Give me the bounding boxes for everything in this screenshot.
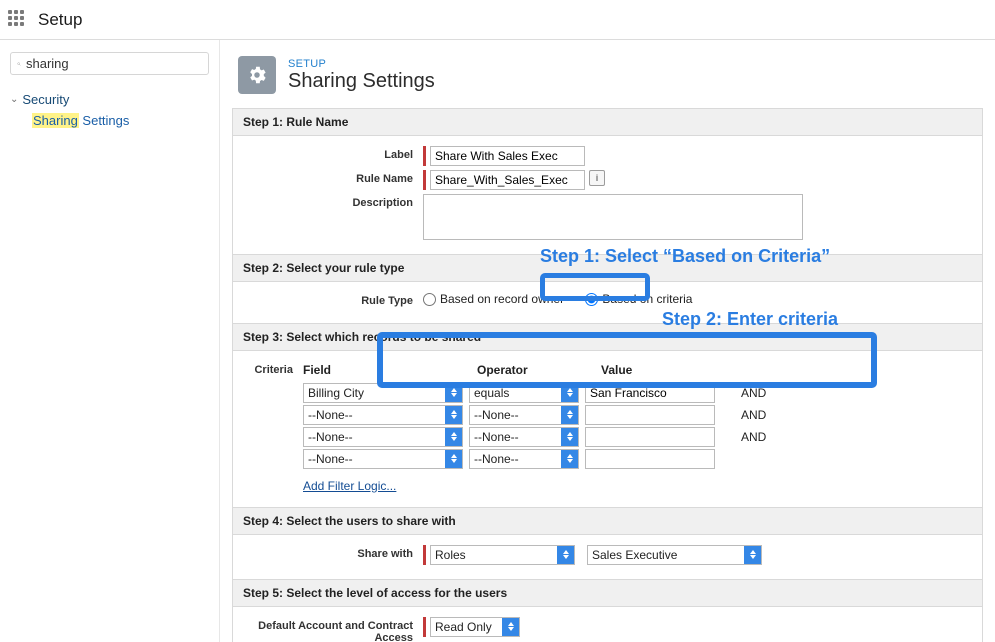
criteria-field-value: Billing City <box>308 386 364 400</box>
page-header: SETUP Sharing Settings <box>220 40 995 108</box>
criteria-operator-value: --None-- <box>474 452 519 466</box>
criteria-and-label: AND <box>741 386 766 400</box>
acct-access-select[interactable]: Read Only <box>430 617 520 637</box>
label-input[interactable] <box>430 146 585 166</box>
topbar: Setup <box>0 0 995 40</box>
criteria-row: --None-- --None-- <box>303 449 972 469</box>
gear-icon <box>238 56 276 94</box>
add-filter-logic-link[interactable]: Add Filter Logic... <box>303 479 396 493</box>
setup-sidebar: ⌄ Security Sharing Settings <box>0 40 220 642</box>
radio-owner[interactable]: Based on record owner <box>423 292 564 306</box>
radio-criteria-label: Based on criteria <box>602 292 692 306</box>
criteria-value-input[interactable] <box>585 449 715 469</box>
acct-access-label: Default Account and Contract Access <box>243 617 423 642</box>
main-panel: SETUP Sharing Settings Step 1: Rule Name… <box>220 40 995 642</box>
criteria-row: --None-- --None-- AND <box>303 405 972 425</box>
dropdown-arrows-icon <box>445 428 462 446</box>
sharewith-value: Sales Executive <box>592 548 677 562</box>
criteria-field-value: --None-- <box>308 408 353 422</box>
step3-header: Step 3: Select which records to be share… <box>233 323 982 351</box>
radio-criteria[interactable]: Based on criteria <box>585 292 692 306</box>
criteria-operator-select[interactable]: --None-- <box>469 449 579 469</box>
criteria-row: --None-- --None-- AND <box>303 427 972 447</box>
info-icon[interactable]: i <box>589 170 605 186</box>
criteria-row: Billing City equals AND <box>303 383 972 403</box>
dropdown-arrows-icon <box>561 406 578 424</box>
page-eyebrow: SETUP <box>288 58 435 70</box>
criteria-value-input[interactable] <box>585 405 715 425</box>
dropdown-arrows-icon <box>561 450 578 468</box>
dropdown-arrows-icon <box>561 384 578 402</box>
label-label: Label <box>243 146 423 161</box>
tree-node-security[interactable]: ⌄ Security <box>10 89 209 110</box>
criteria-field-value: --None-- <box>308 452 353 466</box>
chevron-down-icon: ⌄ <box>10 94 18 105</box>
criteria-operator-select[interactable]: --None-- <box>469 427 579 447</box>
sharewith-category-select[interactable]: Roles <box>430 545 575 565</box>
rulename-input[interactable] <box>430 170 585 190</box>
criteria-value-input[interactable] <box>585 427 715 447</box>
criteria-field-select[interactable]: --None-- <box>303 427 463 447</box>
page-title: Sharing Settings <box>288 70 435 93</box>
criteria-field-select[interactable]: Billing City <box>303 383 463 403</box>
dropdown-arrows-icon <box>557 546 574 564</box>
dropdown-arrows-icon <box>445 406 462 424</box>
criteria-and-label: AND <box>741 408 766 422</box>
criteria-operator-value: equals <box>474 386 509 400</box>
tree-label: Security <box>22 92 69 107</box>
dropdown-arrows-icon <box>502 618 519 636</box>
step5-header: Step 5: Select the level of access for t… <box>233 579 982 607</box>
criteria-operator-value: --None-- <box>474 430 519 444</box>
col-operator: Operator <box>477 363 595 377</box>
sharewith-value-select[interactable]: Sales Executive <box>587 545 762 565</box>
app-launcher-icon[interactable] <box>8 10 28 30</box>
criteria-operator-select[interactable]: --None-- <box>469 405 579 425</box>
col-value: Value <box>601 363 741 377</box>
criteria-and-label: AND <box>741 430 766 444</box>
criteria-operator-select[interactable]: equals <box>469 383 579 403</box>
step2-header: Step 2: Select your rule type <box>233 254 982 282</box>
tree-node-sharing-settings[interactable]: Sharing Settings <box>32 110 209 131</box>
dropdown-arrows-icon <box>445 384 462 402</box>
radio-owner-label: Based on record owner <box>440 292 564 306</box>
dropdown-arrows-icon <box>445 450 462 468</box>
criteria-field-select[interactable]: --None-- <box>303 405 463 425</box>
criteria-label: Criteria <box>243 361 303 376</box>
sharewith-label: Share with <box>243 545 423 560</box>
sharewith-category-value: Roles <box>435 548 466 562</box>
tree-label-highlight: Sharing <box>32 113 79 128</box>
description-label: Description <box>243 194 423 209</box>
rulename-label: Rule Name <box>243 170 423 185</box>
criteria-field-select[interactable]: --None-- <box>303 449 463 469</box>
criteria-value-input[interactable] <box>585 383 715 403</box>
dropdown-arrows-icon <box>744 546 761 564</box>
col-field: Field <box>303 363 471 377</box>
criteria-field-value: --None-- <box>308 430 353 444</box>
form-area: Step 1: Rule Name Label Rule Name i Desc… <box>232 108 983 642</box>
criteria-operator-value: --None-- <box>474 408 519 422</box>
acct-access-value: Read Only <box>435 620 492 634</box>
description-input[interactable] <box>423 194 803 240</box>
quickfind-input[interactable] <box>26 56 202 71</box>
step1-header: Step 1: Rule Name <box>233 109 982 136</box>
criteria-header-row: Field Operator Value <box>303 361 972 381</box>
quickfind-search[interactable] <box>10 52 209 75</box>
ruletype-label: Rule Type <box>243 292 423 307</box>
step4-header: Step 4: Select the users to share with <box>233 507 982 535</box>
dropdown-arrows-icon <box>561 428 578 446</box>
app-title: Setup <box>38 10 82 30</box>
search-icon <box>17 57 21 71</box>
tree-label-rest: Settings <box>79 113 130 128</box>
